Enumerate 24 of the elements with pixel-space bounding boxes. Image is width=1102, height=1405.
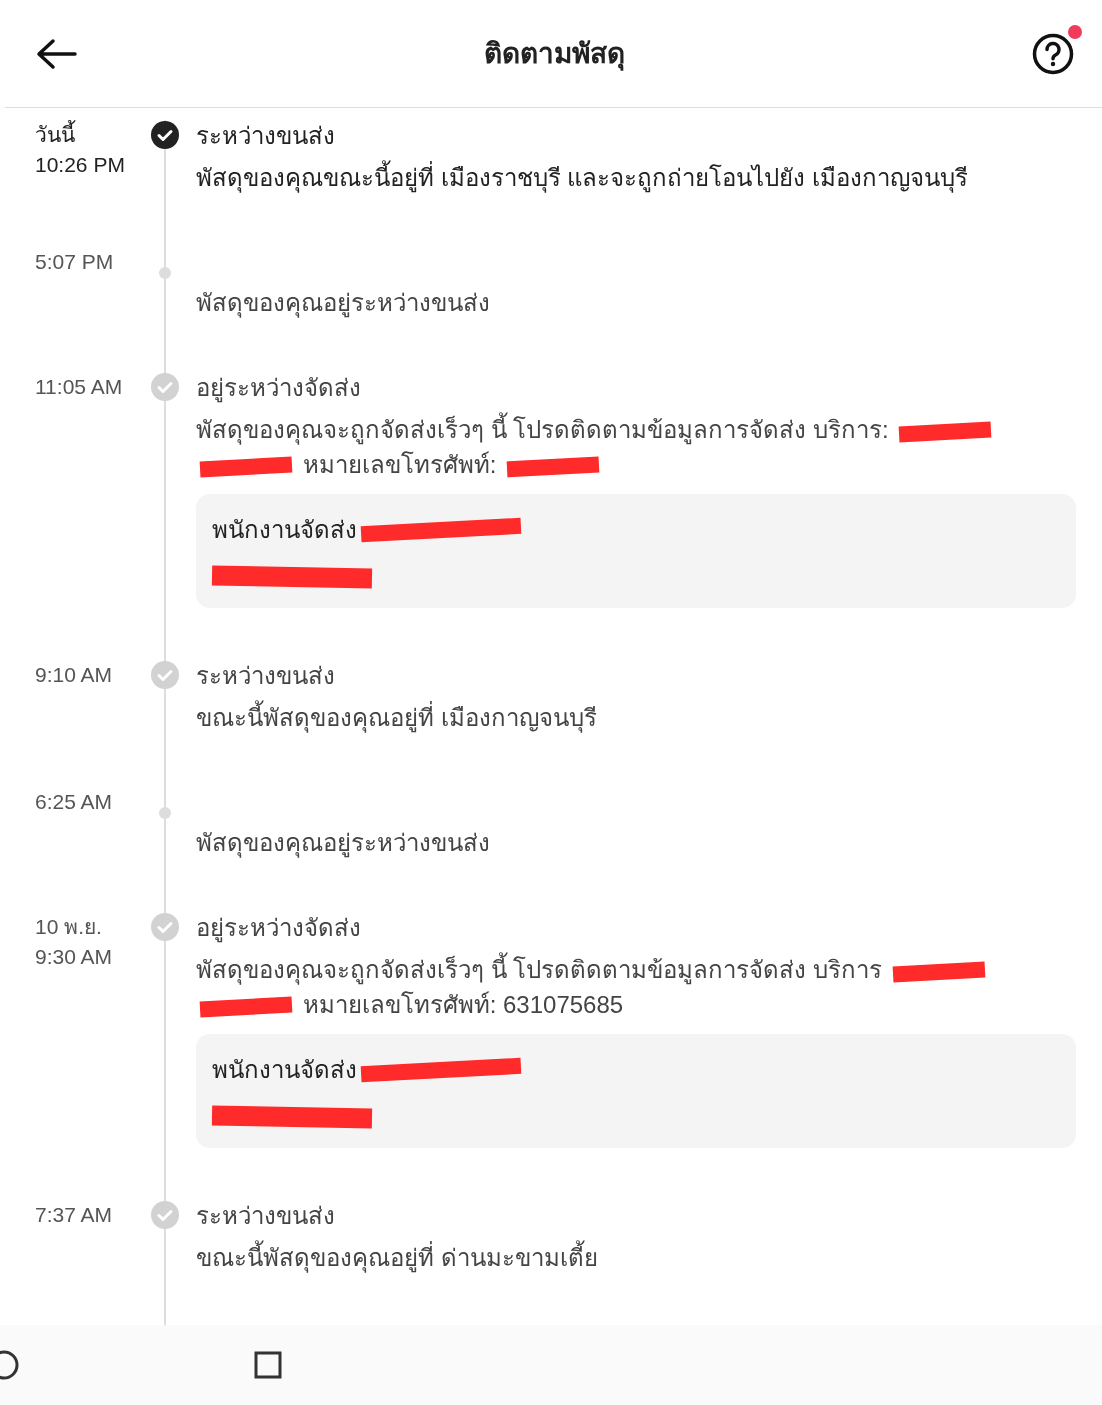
status-title: อยู่ระหว่างจัดส่ง (196, 373, 362, 404)
page-title: ติดตามพัสดุ (484, 36, 625, 73)
status-title: ระหว่างขนส่ง (196, 661, 336, 691)
timestamp: 5:07 PM (35, 249, 115, 275)
status-description: หมายเลขโทรศัพท์: (302, 451, 497, 478)
timestamp: 9:30 AM (35, 944, 114, 970)
recents-icon[interactable] (254, 1351, 282, 1379)
status-title: ระหว่างขนส่ง (196, 1201, 336, 1231)
timestamp: 6:25 AM (35, 789, 114, 815)
timestamp: 10 พ.ย. (35, 914, 103, 940)
status-description: หมายเลขโทรศัพท์: 631075685 (302, 991, 624, 1018)
timestamp: วันนี้ (35, 120, 150, 150)
timestamp: 10:26 PM (35, 152, 126, 178)
timestamp: 11:05 AM (35, 374, 124, 400)
back-button[interactable] (35, 37, 77, 70)
timestamp: 7:37 AM (35, 1202, 114, 1228)
status-title: ระหว่างขนส่ง (196, 121, 336, 151)
courier-label: พนักงานจัดส่ง (212, 515, 357, 545)
status-description: พัสดุของคุณอยู่ระหว่างขนส่ง (196, 289, 490, 316)
help-button[interactable] (1032, 32, 1074, 75)
timestamp: 9:10 AM (35, 662, 114, 688)
courier-label: พนักงานจัดส่ง (212, 1055, 357, 1085)
status-description: พัสดุของคุณอยู่ระหว่างขนส่ง (196, 829, 490, 856)
status-title: อยู่ระหว่างจัดส่ง (196, 913, 362, 944)
